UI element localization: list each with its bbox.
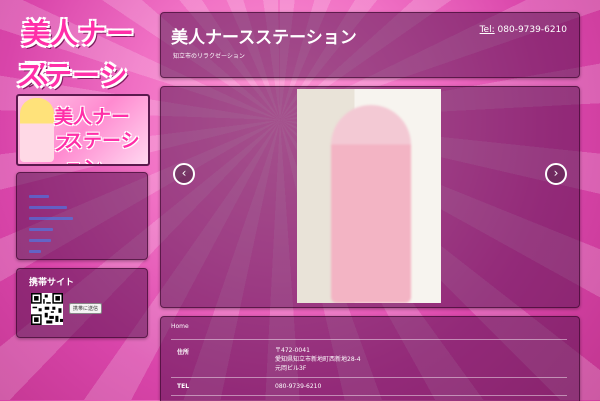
qr-code: [31, 293, 63, 325]
tel-label: TEL: [177, 383, 190, 390]
header-phone[interactable]: Tel: 080-9739-6210: [480, 25, 567, 35]
mobile-site-panel: 携帯サイト 携帯に送信: [16, 268, 148, 338]
phone-label: Tel:: [479, 25, 495, 35]
sidebar-banner[interactable]: 美人ナース ステーション: [16, 94, 150, 166]
image-slider: ‹ ›: [160, 86, 580, 308]
chevron-left-icon[interactable]: ‹: [173, 163, 195, 185]
slide-photo: [297, 89, 441, 303]
phone-number: 080-9739-6210: [497, 25, 567, 35]
divider: [171, 395, 567, 396]
sidebar-nav-link[interactable]: [29, 195, 49, 198]
sidebar-nav-link[interactable]: [29, 217, 73, 220]
site-subtitle: 知立市のリラクゼーション: [173, 53, 245, 60]
nurse-figure: [331, 105, 411, 303]
chevron-right-icon[interactable]: ›: [545, 163, 567, 185]
banner-text-line2: ステーション: [64, 130, 140, 164]
send-to-mobile-button[interactable]: 携帯に送信: [69, 303, 103, 314]
sidebar-nav-link[interactable]: [29, 250, 41, 253]
sidebar-nav-link[interactable]: [29, 206, 67, 209]
divider: [171, 377, 567, 378]
divider: [171, 339, 567, 340]
banner-illustration: [20, 98, 54, 162]
shop-info: Home 住所 〒472-0041 愛知県知立市新地町西新地28-4 元岡ビル3…: [160, 316, 580, 401]
sidebar-nav-link[interactable]: [29, 228, 53, 231]
breadcrumb[interactable]: Home: [171, 323, 189, 330]
site-header: 美人ナースステーション 知立市のリラクゼーション Tel: 080-9739-6…: [160, 12, 580, 78]
mobile-site-title: 携帯サイト: [29, 278, 75, 288]
sidebar-nav: [16, 172, 148, 260]
address-label: 住所: [177, 349, 190, 356]
site-logo[interactable]: 美人ナース ステーション: [14, 10, 150, 132]
sidebar-nav-link[interactable]: [29, 239, 51, 242]
site-title[interactable]: 美人ナースステーション: [171, 23, 357, 48]
tel-value[interactable]: 080-9739-6210: [275, 382, 321, 391]
address-value: 〒472-0041 愛知県知立市新地町西新地28-4 元岡ビル3F: [275, 347, 361, 372]
